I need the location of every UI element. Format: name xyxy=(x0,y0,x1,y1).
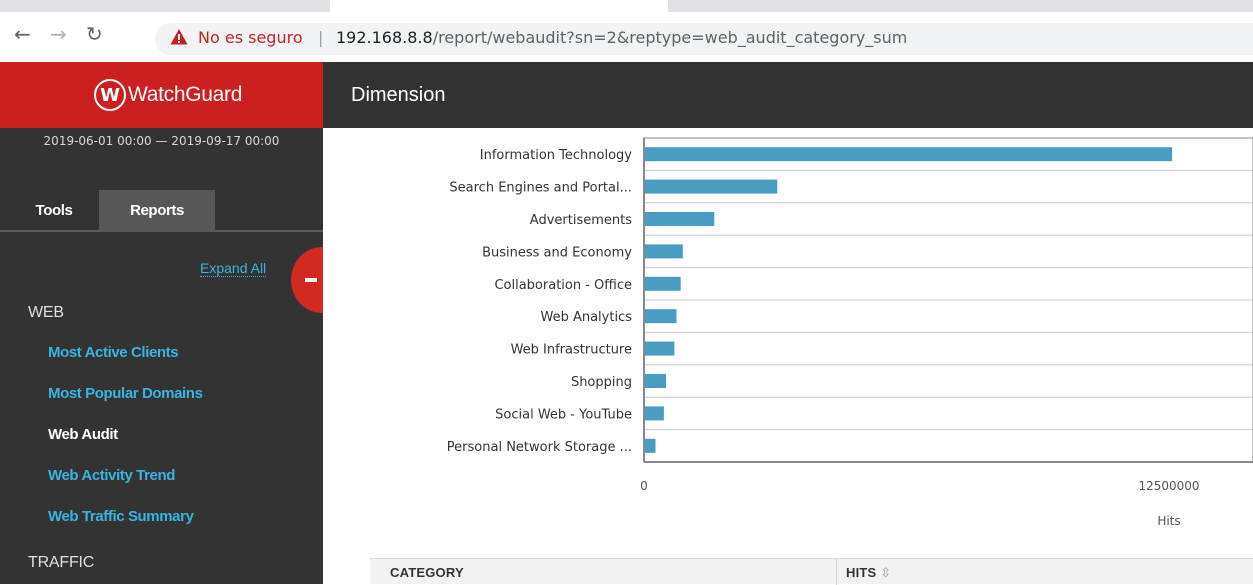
category-label: Personal Network Storage ... xyxy=(447,440,632,455)
bar-8 xyxy=(645,406,664,421)
bar-1 xyxy=(645,179,778,194)
category-label: Web Infrastructure xyxy=(511,343,632,358)
browser-toolbar: ← → ↻ No es seguro | 192.168.8.8/report/… xyxy=(0,0,1253,62)
tab-reports[interactable]: Reports xyxy=(99,190,215,232)
category-hits-bar-chart: Information Technology Search Engines and… xyxy=(447,137,1253,528)
main-header: Dimension xyxy=(323,62,1253,128)
category-label: Information Technology xyxy=(480,148,633,163)
sidebar-item-web-traffic-summary[interactable]: Web Traffic Summary xyxy=(48,508,194,525)
sort-icon: ⇳ xyxy=(880,565,892,580)
bar-2 xyxy=(645,212,715,226)
sidebar-item-most-active-clients[interactable]: Most Active Clients xyxy=(48,344,179,361)
x-axis-title: Hits xyxy=(1157,514,1180,528)
category-label: Advertisements xyxy=(530,213,632,228)
category-label: Business and Economy xyxy=(482,245,632,260)
x-tick-label: 0 xyxy=(640,479,648,493)
forward-arrow-icon[interactable]: → xyxy=(50,24,67,44)
reload-icon[interactable]: ↻ xyxy=(86,24,103,44)
browser-tab[interactable] xyxy=(668,0,1253,12)
sidebar-item-most-popular-domains[interactable]: Most Popular Domains xyxy=(48,385,203,402)
sidebar-item-web-activity-trend[interactable]: Web Activity Trend xyxy=(48,467,175,484)
browser-tab[interactable] xyxy=(0,0,330,12)
bar-5 xyxy=(645,309,677,324)
logo-text: WatchGuard xyxy=(128,83,243,106)
collapse-sidebar-button[interactable] xyxy=(291,247,323,313)
url-path: /report/webaudit?sn=2&reptype=web_audit_… xyxy=(432,28,908,47)
category-label: Shopping xyxy=(571,375,632,390)
bar-7 xyxy=(645,374,666,388)
url-separator: | xyxy=(318,28,324,47)
bar-9 xyxy=(645,438,656,453)
bar-3 xyxy=(645,244,683,259)
column-header-hits-label: HITS xyxy=(846,565,877,580)
bar-4 xyxy=(645,276,681,291)
sidebar-tabs: Tools Reports xyxy=(0,190,323,232)
sidebar: W WatchGuard 2019-06-01 00:00 — 2019-09-… xyxy=(0,62,323,584)
warning-icon xyxy=(170,29,188,45)
page-title: Dimension xyxy=(351,84,446,106)
category-label: Search Engines and Portal... xyxy=(449,181,632,196)
tab-tools[interactable]: Tools xyxy=(24,190,84,232)
minus-icon xyxy=(305,278,317,282)
column-header-hits[interactable]: HITS ⇳ xyxy=(846,565,891,581)
section-traffic[interactable]: TRAFFIC xyxy=(28,554,94,572)
back-arrow-icon[interactable]: ← xyxy=(14,24,31,44)
date-range[interactable]: 2019-06-01 00:00 — 2019-09-17 00:00 xyxy=(0,134,323,148)
expand-all-link[interactable]: Expand All xyxy=(200,260,267,277)
table-header: CATEGORY HITS ⇳ xyxy=(370,558,1253,585)
bar-0 xyxy=(645,147,1173,162)
category-label: Collaboration - Office xyxy=(494,278,632,293)
bar-6 xyxy=(645,341,675,356)
category-label: Social Web - YouTube xyxy=(495,407,632,422)
logo-mark: W xyxy=(94,79,126,111)
column-header-category[interactable]: CATEGORY xyxy=(390,565,464,580)
section-web[interactable]: WEB xyxy=(28,304,64,322)
brand-bar: W WatchGuard xyxy=(0,62,323,128)
url-text[interactable]: 192.168.8.8/report/webaudit?sn=2&reptype… xyxy=(336,28,907,47)
category-label: Web Analytics xyxy=(540,310,632,325)
sidebar-item-web-audit[interactable]: Web Audit xyxy=(48,426,118,443)
watchguard-logo[interactable]: W WatchGuard xyxy=(94,79,242,111)
url-host: 192.168.8.8 xyxy=(336,28,433,47)
x-tick-label: 12500000 xyxy=(1138,479,1199,493)
security-status[interactable]: No es seguro xyxy=(198,28,303,47)
column-divider xyxy=(836,559,837,585)
